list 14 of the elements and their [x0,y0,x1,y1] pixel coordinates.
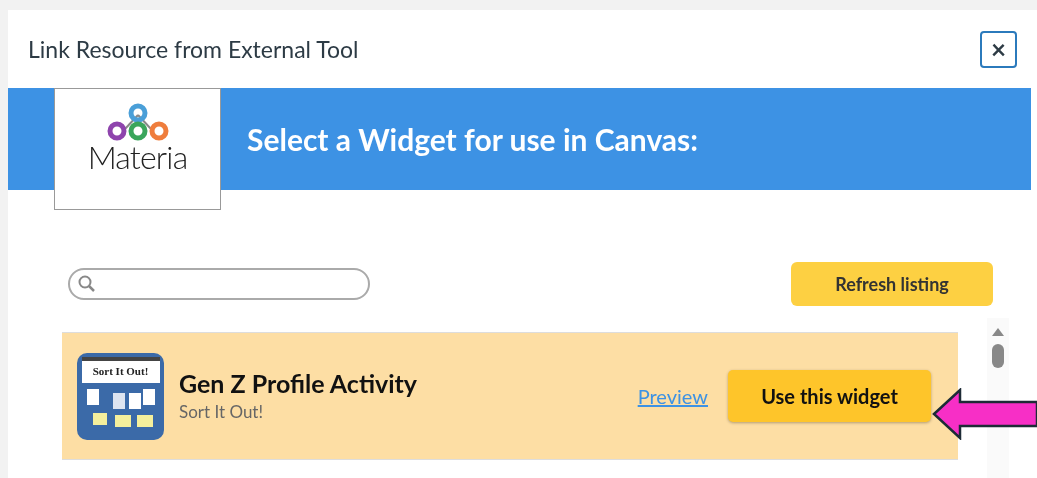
thumbnail-title: Sort It Out! [92,364,149,380]
widget-row[interactable]: Sort It Out! Gen Z Profile Activity Sort It Out! Preview Use this widget [62,332,958,460]
close-button[interactable]: × [980,30,1017,68]
use-widget-button[interactable]: Use this widget [728,370,931,422]
banner-heading: Select a Widget for use in Canvas: [247,119,698,159]
search-field[interactable] [68,268,370,300]
scroll-up-icon[interactable] [992,328,1004,336]
logo-text: Materia [87,141,188,173]
widget-name: Gen Z Profile Activity [179,367,419,399]
dialog-title: Link Resource from External Tool [28,33,359,65]
search-icon [78,275,96,293]
scrollbar-thumb[interactable] [992,344,1004,368]
refresh-button[interactable]: Refresh listing [791,262,993,306]
widget-type: Sort It Out! [179,399,265,424]
